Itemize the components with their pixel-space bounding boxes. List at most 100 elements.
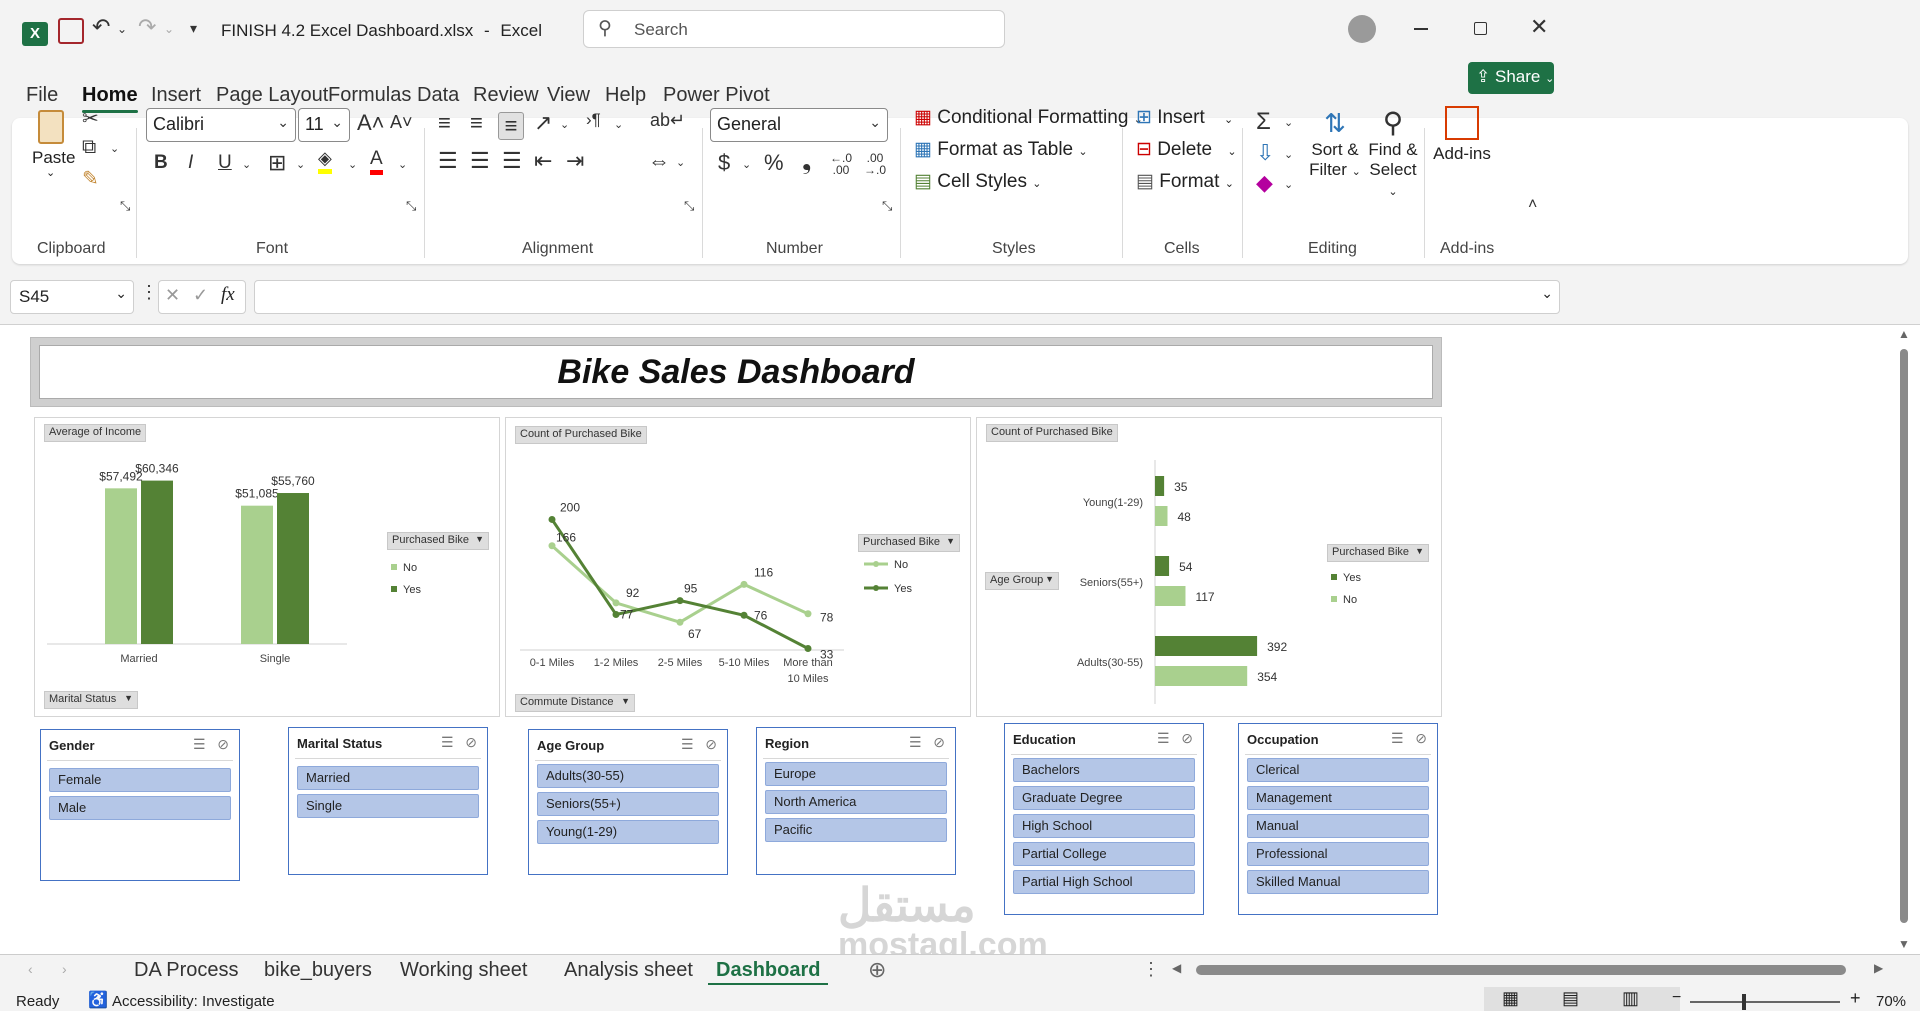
increase-font-icon[interactable]: A˄ [357,110,385,136]
merge-center-icon[interactable]: ⇔ [648,148,670,174]
cell-styles-button[interactable]: ▤ Cell Styles ⌄ [914,170,1041,193]
sort-filter-button[interactable]: ⇅ Sort & Filter ⌄ [1308,106,1362,182]
slicer-item[interactable]: Single [297,794,479,818]
format-painter-icon[interactable]: ✎ [82,166,99,191]
increase-decimal-icon[interactable]: ←.0.00 [830,152,852,176]
fill-icon[interactable]: ⇩ [1256,140,1274,166]
number-format-select[interactable]: General ⌄ [710,108,888,142]
tab-data[interactable]: Data [417,84,459,107]
font-color-icon[interactable]: A [370,148,383,175]
more-options-icon[interactable]: ⋮ [140,282,158,303]
autosum-dropdown-icon[interactable]: ⌄ [1284,116,1293,129]
slicer-item[interactable]: Partial College [1013,842,1195,866]
clear-icon[interactable]: ◆ [1256,170,1273,196]
accessibility-icon[interactable]: ♿ [88,990,108,1010]
slicer-item[interactable]: Graduate Degree [1013,786,1195,810]
paste-button[interactable]: Paste ⌄ [30,110,75,180]
underline-icon[interactable]: U [218,152,232,174]
clear-filter-icon[interactable]: ⊘ [705,736,717,752]
marital-status-axis-field-button[interactable]: Marital Status ▼ [44,691,138,709]
normal-view-icon[interactable]: ▦ [1502,988,1519,1009]
autosum-icon[interactable]: Σ [1256,108,1271,136]
income-chart[interactable]: Average of Income $57,492 $60,346 Married $… [34,417,500,717]
conditional-formatting-button[interactable]: ▦ Conditional Formatting ⌄ [914,106,1143,129]
clear-filter-icon[interactable]: ⊘ [217,736,229,752]
scroll-right-icon[interactable]: ▶ [1874,961,1883,975]
percent-icon[interactable]: % [764,150,784,176]
customize-quick-access-icon[interactable]: ▾ [190,20,197,37]
cancel-entry-icon[interactable]: ✕ [165,285,180,306]
multi-select-icon[interactable]: ☰ [909,734,922,750]
text-direction-icon[interactable]: ›¶ [586,110,601,130]
tab-formulas[interactable]: Formulas [328,84,411,107]
tab-help[interactable]: Help [605,84,646,107]
accessibility-status[interactable]: Accessibility: Investigate [112,993,275,1010]
formula-input[interactable]: ⌄ [254,280,1560,314]
insert-function-icon[interactable]: fx [221,284,235,306]
sheet-tab-analysis-sheet[interactable]: Analysis sheet [564,959,693,982]
name-box[interactable]: S45 ⌄ [10,280,134,314]
align-bottom-icon[interactable]: ≡ [498,112,524,140]
font-color-dropdown-icon[interactable]: ⌄ [398,158,407,171]
sheet-tab-da-process[interactable]: DA Process [134,959,238,982]
account-avatar-icon[interactable] [1348,15,1376,43]
orientation-dropdown-icon[interactable]: ⌄ [560,118,569,131]
slicer-item[interactable]: Skilled Manual [1247,870,1429,894]
copy-dropdown-icon[interactable]: ⌄ [110,142,119,155]
font-launcher-icon[interactable]: ⤡ [406,198,416,214]
occupation-slicer[interactable]: Occupation ☰ ⊘ Clerical Management Manua… [1238,723,1438,915]
slicer-item[interactable]: Seniors(55+) [537,792,719,816]
find-select-button[interactable]: ⚲ Find & Select ⌄ [1364,106,1422,202]
tab-power-pivot[interactable]: Power Pivot [663,84,770,107]
region-slicer[interactable]: Region ☰ ⊘ Europe North America Pacific [756,727,956,875]
font-name-select[interactable]: Calibri ⌄ [146,108,296,142]
zoom-out-icon[interactable]: − [1672,989,1681,1007]
clipboard-launcher-icon[interactable]: ⤡ [120,198,130,214]
multi-select-icon[interactable]: ☰ [193,736,206,752]
align-center-icon[interactable]: ☰ [470,148,490,174]
clear-dropdown-icon[interactable]: ⌄ [1284,178,1293,191]
slicer-item[interactable]: Married [297,766,479,790]
scroll-left-icon[interactable]: ◀ [1172,961,1181,975]
expand-formula-icon[interactable]: ⌄ [1541,285,1553,302]
collapse-ribbon-icon[interactable]: ˄ [1528,196,1537,214]
close-icon[interactable]: ✕ [1530,14,1548,40]
purchased-bike-legend-field-button[interactable]: Purchased Bike ▼ [387,532,489,550]
confirm-entry-icon[interactable]: ✓ [193,285,208,306]
align-middle-icon[interactable]: ≡ [470,110,483,136]
multi-select-icon[interactable]: ☰ [681,736,694,752]
align-left-icon[interactable]: ☰ [438,148,458,174]
tab-view[interactable]: View [547,84,590,107]
prev-sheet-icon[interactable]: ‹ [28,961,33,977]
slicer-item[interactable]: Manual [1247,814,1429,838]
cut-icon[interactable]: ✂ [82,106,99,131]
zoom-in-icon[interactable]: + [1850,988,1861,1009]
age-group-axis-field-button[interactable]: Age Group ▼ [985,572,1059,590]
slicer-item[interactable]: Europe [765,762,947,786]
fill-color-icon[interactable]: ◈ [318,148,332,174]
slicer-item[interactable]: Adults(30-55) [537,764,719,788]
minimize-icon[interactable] [1414,28,1428,30]
slicer-item[interactable]: Bachelors [1013,758,1195,782]
insert-cells-button[interactable]: ⊞ Insert ⌄ [1136,106,1233,129]
clear-filter-icon[interactable]: ⊘ [1415,730,1427,746]
page-layout-view-icon[interactable]: ▤ [1562,988,1579,1009]
orientation-icon[interactable]: ↗ [534,110,552,136]
purchased-bike-legend-field-button[interactable]: Purchased Bike ▼ [1327,544,1429,562]
italic-icon[interactable]: I [188,152,193,174]
vertical-scroll-thumb[interactable] [1900,349,1908,923]
redo-dropdown-icon[interactable]: ⌄ [164,22,174,36]
slicer-item[interactable]: Young(1-29) [537,820,719,844]
scroll-up-icon[interactable]: ▲ [1898,327,1910,341]
bold-icon[interactable]: B [154,152,168,174]
clear-filter-icon[interactable]: ⊘ [1181,730,1193,746]
copy-icon[interactable]: ⧉ [82,136,96,159]
currency-icon[interactable]: $ [718,150,730,176]
slicer-item[interactable]: Management [1247,786,1429,810]
slicer-item[interactable]: Pacific [765,818,947,842]
fill-dropdown-icon[interactable]: ⌄ [1284,148,1293,161]
align-top-icon[interactable]: ≡ [438,110,451,136]
multi-select-icon[interactable]: ☰ [1391,730,1404,746]
alignment-launcher-icon[interactable]: ⤡ [684,198,694,214]
clear-filter-icon[interactable]: ⊘ [465,734,477,750]
